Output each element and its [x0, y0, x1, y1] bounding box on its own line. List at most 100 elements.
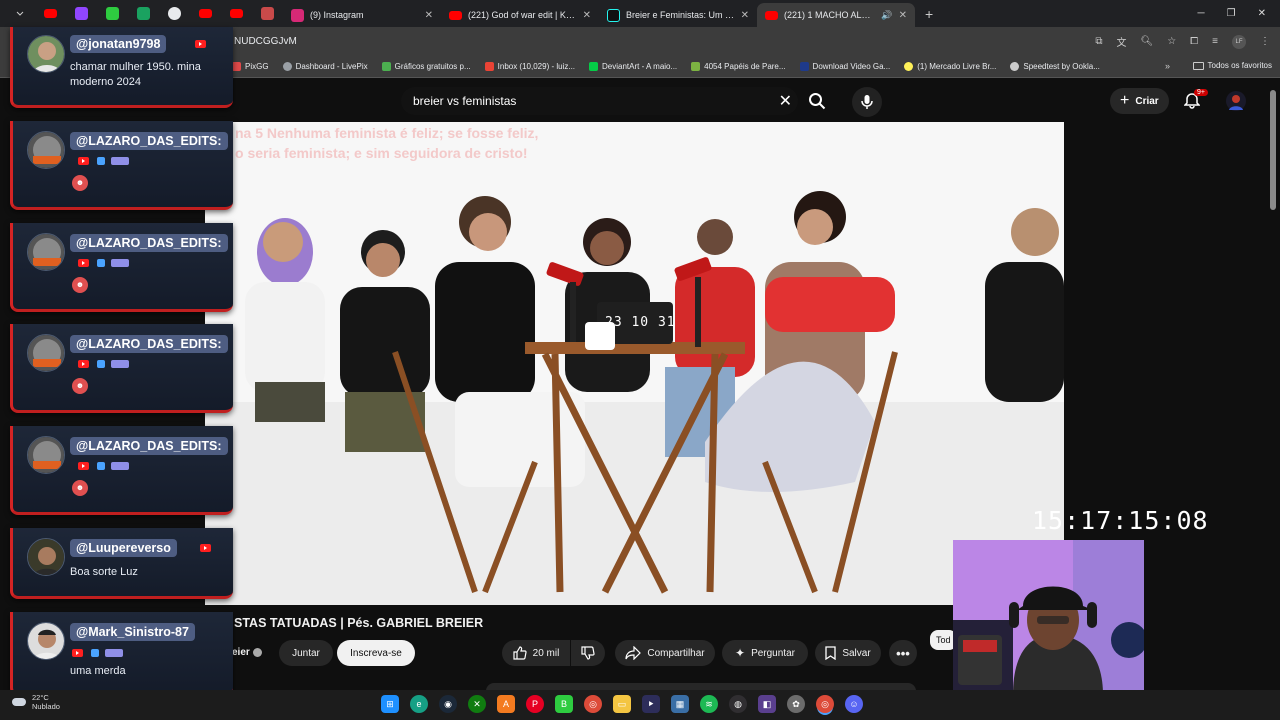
install-app-icon[interactable]: ⧉: [1095, 36, 1102, 47]
extensions-icon[interactable]: ⧠: [1190, 36, 1198, 47]
subscribe-button[interactable]: Inscreva-se: [337, 640, 415, 666]
tab-god-of-war[interactable]: (221) God of war edit | Kratos v ✕: [441, 3, 599, 27]
weather-widget[interactable]: 22°C Nublado: [12, 693, 60, 711]
calculator-icon[interactable]: ▦: [671, 695, 689, 713]
tab-search-menu[interactable]: [4, 0, 35, 27]
chrome-icon[interactable]: ◎: [584, 695, 602, 713]
dislike-button[interactable]: [571, 640, 605, 666]
tab-active-video[interactable]: (221) 1 MACHO ALFA X 25 🔊 ✕: [757, 3, 915, 27]
bookmark-label: Dashboard - LivePix: [295, 62, 368, 71]
android-icon: [691, 62, 701, 71]
edge-icon[interactable]: e: [410, 695, 428, 713]
voice-search-button[interactable]: [852, 87, 882, 117]
clear-search-icon[interactable]: ✕: [779, 91, 792, 111]
bookmark-label: DeviantArt - A maio...: [602, 62, 678, 71]
chat-message-card: @LAZARO_DAS_EDITS: ☻: [10, 223, 233, 312]
menu-kebab-icon[interactable]: ⋮: [1260, 36, 1270, 47]
subscribe-label: Inscreva-se: [350, 647, 402, 659]
zoom-icon[interactable]: 🔍︎: [1140, 36, 1153, 47]
save-button[interactable]: Salvar: [815, 640, 881, 666]
search-button[interactable]: [800, 87, 834, 115]
discord-icon[interactable]: ☺: [845, 695, 863, 713]
obs-icon[interactable]: ◍: [729, 695, 747, 713]
speaker-icon[interactable]: 🔊: [881, 10, 892, 21]
store-icon[interactable]: ⯈: [642, 695, 660, 713]
video-frame-image: [205, 122, 1064, 605]
spotify-icon[interactable]: ≋: [700, 695, 718, 713]
shield-badge-icon: [97, 157, 105, 165]
file-explorer-icon[interactable]: ▭: [613, 695, 631, 713]
pinned-tab-grid[interactable]: [252, 0, 283, 27]
plus-icon: +: [1120, 92, 1130, 109]
bookmark-livepix[interactable]: Dashboard - LivePix: [282, 62, 368, 71]
pinned-tab-youtube-2[interactable]: [190, 0, 221, 27]
grid-icon: [261, 7, 274, 20]
pinned-tab-code[interactable]: [128, 0, 159, 27]
join-button[interactable]: Juntar: [279, 640, 333, 666]
bookmark-speedtest[interactable]: Speedtest by Ookla...: [1010, 62, 1100, 71]
sparkle-icon: ✦: [735, 646, 746, 660]
media-controls-icon[interactable]: ≡: [1212, 36, 1218, 47]
pinned-tab-k[interactable]: [97, 0, 128, 27]
weather-text: 22°C Nublado: [32, 693, 60, 711]
pinterest-icon[interactable]: P: [526, 695, 544, 713]
close-window-icon[interactable]: ✕: [1258, 8, 1266, 19]
pinned-tab-twitch[interactable]: [66, 0, 97, 27]
tab-tiktok[interactable]: Breier e Feministas: Um Mome ✕: [599, 3, 757, 27]
avatar: [27, 436, 65, 474]
share-button[interactable]: Compartilhar: [615, 640, 715, 666]
url-field[interactable]: NUDCGGJvM: [234, 36, 297, 47]
bookmark-mercado-livre[interactable]: (1) Mercado Livre Br...: [904, 62, 996, 71]
tab-instagram[interactable]: (9) Instagram ✕: [283, 3, 441, 27]
steam-icon[interactable]: ◉: [439, 695, 457, 713]
emoji-icon: ☻: [72, 378, 88, 394]
video-player[interactable]: na 5 Nenhuma feminista é feliz; se fosse…: [205, 122, 1064, 605]
pinned-tab-youtube-3[interactable]: [221, 0, 252, 27]
windows-start-icon[interactable]: ⊞: [381, 695, 399, 713]
restore-icon[interactable]: ❐: [1227, 8, 1236, 19]
page-scrollbar[interactable]: [1270, 90, 1276, 210]
close-icon[interactable]: ✕: [583, 10, 591, 21]
like-button[interactable]: 20 mil: [502, 640, 570, 666]
pinned-tab-youtube-1[interactable]: [35, 0, 66, 27]
shield-badge-icon: [97, 360, 105, 368]
bookmark-download-video[interactable]: Download Video Ga...: [799, 62, 890, 71]
search-input[interactable]: breier vs feministas ✕: [401, 87, 798, 115]
like-count: 20 mil: [532, 647, 560, 659]
minimize-icon[interactable]: ─: [1198, 8, 1205, 19]
ask-button[interactable]: ✦ Perguntar: [722, 640, 808, 666]
bookmark-papeis[interactable]: 4054 Papéis de Pare...: [691, 62, 786, 71]
chevron-right-icon[interactable]: »: [1165, 61, 1170, 71]
all-bookmarks-label: Todos os favoritos: [1207, 61, 1272, 70]
weather-desc: Nublado: [32, 702, 60, 711]
taskbar-apps: ⊞ e ◉ ✕ A P B ◎ ▭ ⯈ ▦ ≋ ◍ ◧ ✿ ◎ ☺: [381, 695, 863, 713]
pinned-tab-chrome[interactable]: [159, 0, 190, 27]
profile-avatar[interactable]: LF: [1232, 34, 1246, 49]
davinci-icon[interactable]: ✿: [787, 695, 805, 713]
more-actions-button[interactable]: •••: [889, 640, 917, 666]
avatar-image-icon: [28, 132, 64, 168]
search-icon: [809, 93, 826, 110]
all-bookmarks-folder[interactable]: Todos os favoritos: [1192, 61, 1272, 70]
tab-label: Breier e Feministas: Um Mome: [626, 10, 735, 20]
create-button[interactable]: + Criar: [1110, 88, 1169, 114]
translate-icon[interactable]: 文: [1116, 34, 1126, 49]
chat-message-card: @Mark_Sinistro-87 uma merda: [10, 612, 233, 696]
close-icon[interactable]: ✕: [899, 10, 907, 21]
bookmark-inbox[interactable]: Inbox (10,029) - luiz...: [484, 62, 575, 71]
capture-app-icon[interactable]: ◧: [758, 695, 776, 713]
close-icon[interactable]: ✕: [741, 10, 749, 21]
chrome-active-icon[interactable]: ◎: [816, 695, 834, 713]
bookmark-deviantart[interactable]: DeviantArt - A maio...: [589, 62, 677, 71]
bookmark-star-icon[interactable]: ☆: [1167, 36, 1176, 47]
avast-icon[interactable]: A: [497, 695, 515, 713]
bookmark-graficos[interactable]: Gráficos gratuitos p...: [381, 62, 471, 71]
account-avatar[interactable]: [1226, 91, 1246, 111]
close-icon[interactable]: ✕: [425, 10, 433, 21]
xbox-icon[interactable]: ✕: [468, 695, 486, 713]
green-app-icon[interactable]: B: [555, 695, 573, 713]
thumbs-down-icon: [581, 646, 595, 660]
avatar-image-icon: [28, 234, 64, 270]
avatar: [27, 35, 65, 73]
new-tab-button[interactable]: +: [915, 6, 943, 22]
